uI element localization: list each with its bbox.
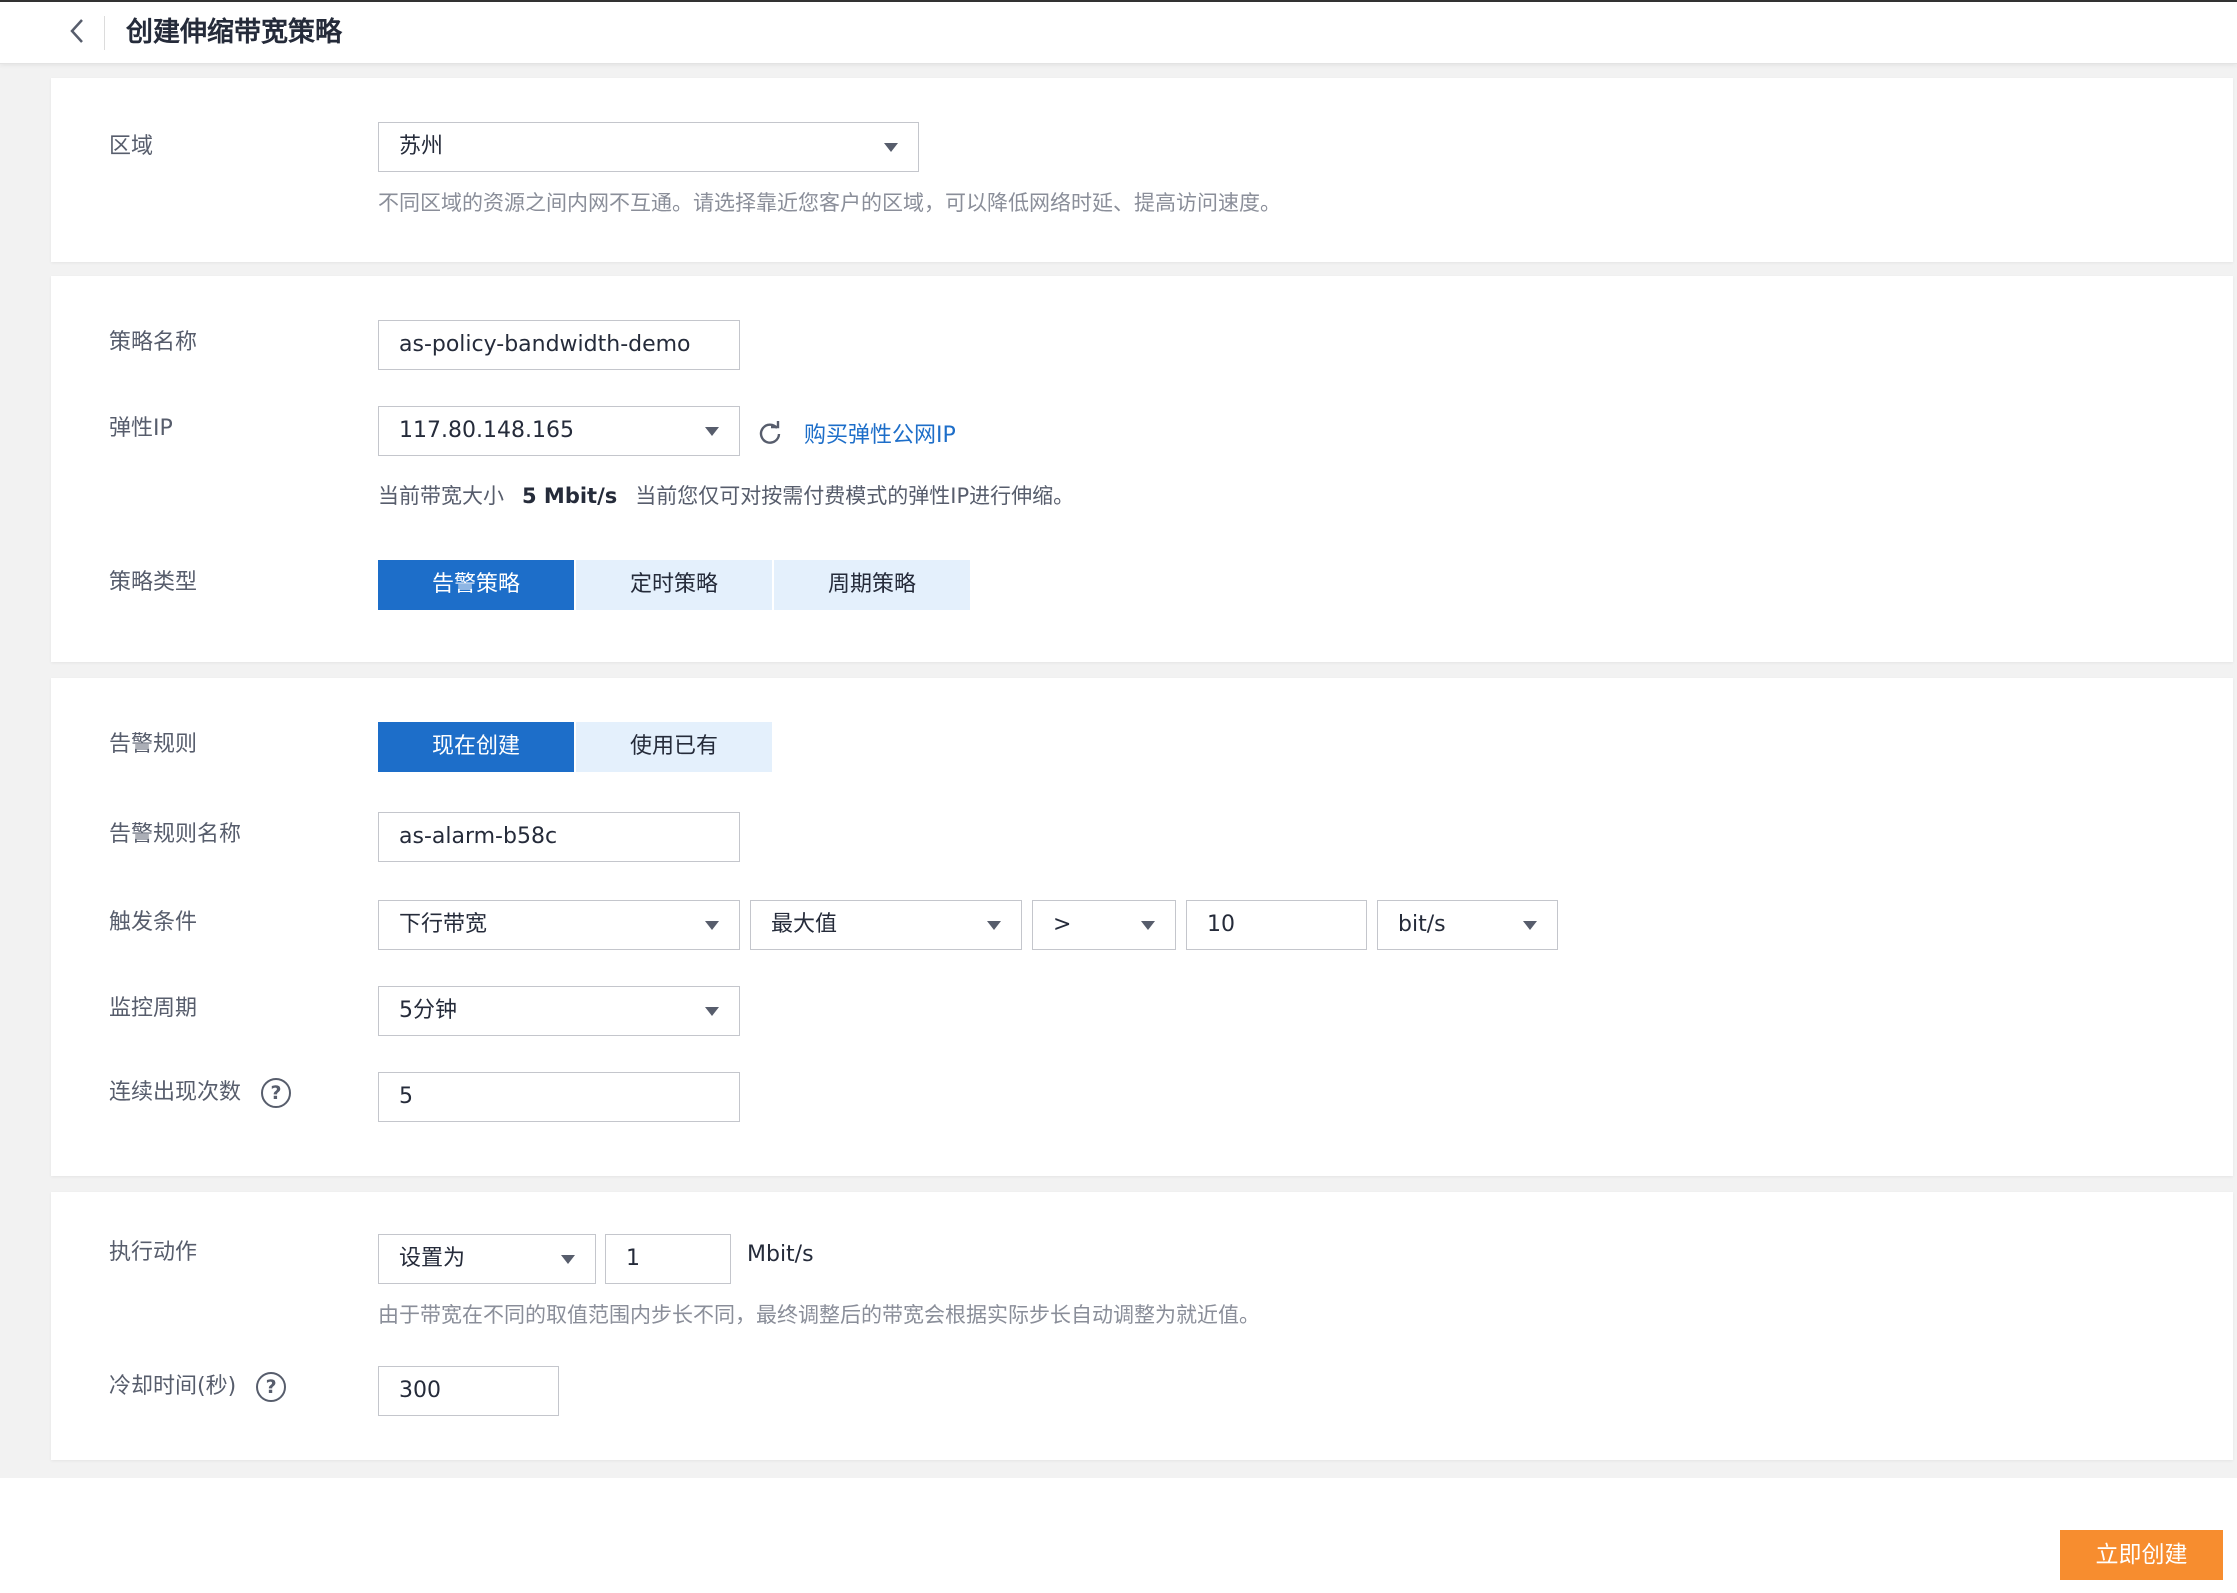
tab-scheduled-policy[interactable]: 定时策略 xyxy=(576,560,772,610)
trigger-operator-value: > xyxy=(1053,912,1072,937)
period-value: 5分钟 xyxy=(399,998,457,1023)
trigger-label: 触发条件 xyxy=(109,910,198,935)
chevron-down-icon xyxy=(561,1255,575,1264)
back-icon[interactable] xyxy=(62,16,92,46)
alarm-card: 告警规则 现在创建 使用已有 告警规则名称 as-alarm-b58c 触发条件… xyxy=(51,678,2233,1176)
tab-alarm-policy[interactable]: 告警策略 xyxy=(378,560,574,610)
header-divider xyxy=(104,16,105,50)
alarm-rule-name-label: 告警规则名称 xyxy=(109,822,242,847)
tab-create-now[interactable]: 现在创建 xyxy=(378,722,574,772)
refresh-icon[interactable] xyxy=(757,420,783,446)
create-now-button[interactable]: 立即创建 xyxy=(2060,1530,2223,1580)
help-icon[interactable]: ? xyxy=(261,1078,292,1108)
action-label: 执行动作 xyxy=(109,1240,198,1265)
bandwidth-note: 当前您仅可对按需付费模式的弹性IP进行伸缩。 xyxy=(635,484,1075,508)
eip-value: 117.80.148.165 xyxy=(399,418,574,443)
trigger-stat-select[interactable]: 最大值 xyxy=(750,900,1022,950)
tab-use-existing[interactable]: 使用已有 xyxy=(576,722,772,772)
count-label-row: 连续出现次数 ? xyxy=(109,1078,292,1108)
policy-name-label: 策略名称 xyxy=(109,330,198,355)
chevron-down-icon xyxy=(1141,921,1155,930)
alarm-rule-label: 告警规则 xyxy=(109,732,198,757)
bandwidth-prefix: 当前带宽大小 xyxy=(378,484,504,508)
chevron-down-icon xyxy=(705,427,719,436)
chevron-down-icon xyxy=(1523,921,1537,930)
page-header: 创建伸缩带宽策略 xyxy=(0,2,2237,64)
cooldown-label-row: 冷却时间(秒) ? xyxy=(109,1372,287,1402)
cooldown-input[interactable]: 300 xyxy=(378,1366,559,1416)
bandwidth-value: 5 Mbit/s xyxy=(522,484,618,508)
region-value: 苏州 xyxy=(399,134,444,159)
chevron-down-icon xyxy=(705,1007,719,1016)
help-icon[interactable]: ? xyxy=(256,1372,287,1402)
region-hint: 不同区域的资源之间内网不互通。请选择靠近您客户的区域，可以降低网络时延、提高访问… xyxy=(378,191,1281,215)
buy-eip-link[interactable]: 购买弹性公网IP xyxy=(804,421,956,451)
period-select[interactable]: 5分钟 xyxy=(378,986,740,1036)
period-label: 监控周期 xyxy=(109,996,198,1021)
policy-type-label: 策略类型 xyxy=(109,570,198,595)
chevron-down-icon xyxy=(884,143,898,152)
page-title: 创建伸缩带宽策略 xyxy=(126,17,342,48)
cooldown-label: 冷却时间(秒) xyxy=(109,1374,237,1399)
trigger-threshold-input[interactable]: 10 xyxy=(1186,900,1367,950)
policy-name-input[interactable]: as-policy-bandwidth-demo xyxy=(378,320,740,370)
action-card: 执行动作 设置为 1 Mbit/s 由于带宽在不同的取值范围内步长不同，最终调整… xyxy=(51,1192,2233,1460)
policy-card: 策略名称 as-policy-bandwidth-demo 弹性IP 117.8… xyxy=(51,276,2233,662)
trigger-stat-value: 最大值 xyxy=(771,912,838,937)
action-op-value: 设置为 xyxy=(399,1246,466,1271)
count-label: 连续出现次数 xyxy=(109,1080,242,1105)
count-input[interactable]: 5 xyxy=(378,1072,740,1122)
alarm-rule-name-input[interactable]: as-alarm-b58c xyxy=(378,812,740,862)
trigger-unit-value: bit/s xyxy=(1398,912,1446,937)
region-card: 区域 苏州 不同区域的资源之间内网不互通。请选择靠近您客户的区域，可以降低网络时… xyxy=(51,78,2233,262)
eip-select[interactable]: 117.80.148.165 xyxy=(378,406,740,456)
footer-bar xyxy=(0,1478,2237,1593)
chevron-down-icon xyxy=(705,921,719,930)
tab-periodic-policy[interactable]: 周期策略 xyxy=(774,560,970,610)
trigger-metric-value: 下行带宽 xyxy=(399,912,488,937)
trigger-operator-select[interactable]: > xyxy=(1032,900,1176,950)
chevron-down-icon xyxy=(987,921,1001,930)
action-hint: 由于带宽在不同的取值范围内步长不同，最终调整后的带宽会根据实际步长自动调整为就近… xyxy=(378,1303,1260,1327)
action-amount-input[interactable]: 1 xyxy=(605,1234,731,1284)
action-op-select[interactable]: 设置为 xyxy=(378,1234,596,1284)
eip-label: 弹性IP xyxy=(109,416,173,441)
action-unit: Mbit/s xyxy=(747,1242,814,1267)
trigger-unit-select[interactable]: bit/s xyxy=(1377,900,1558,950)
region-label: 区域 xyxy=(109,134,154,159)
bandwidth-info: 当前带宽大小 5 Mbit/s 当前您仅可对按需付费模式的弹性IP进行伸缩。 xyxy=(378,481,1074,511)
trigger-metric-select[interactable]: 下行带宽 xyxy=(378,900,740,950)
region-select[interactable]: 苏州 xyxy=(378,122,919,172)
